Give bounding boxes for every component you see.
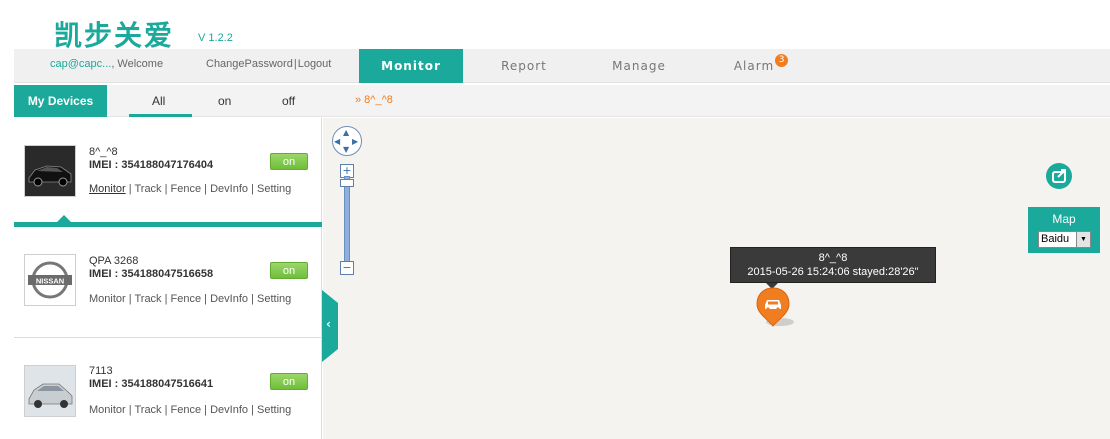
- filter-active-indicator: [129, 114, 192, 117]
- devinfo-link[interactable]: DevInfo: [210, 293, 248, 305]
- pan-down-icon[interactable]: ▼: [343, 145, 349, 154]
- monitor-link[interactable]: Monitor: [89, 404, 126, 416]
- filter-off[interactable]: off: [282, 94, 295, 108]
- setting-link[interactable]: Setting: [257, 293, 291, 305]
- device-actions: Monitor | Track | Fence | DevInfo | Sett…: [89, 293, 292, 305]
- breadcrumb: » 8^_^8: [355, 94, 393, 106]
- zoom-slider-handle[interactable]: [340, 179, 354, 187]
- top-nav-bar: cap@capc..., Welcome ChangePassword|Logo…: [14, 49, 1110, 83]
- black-car-icon: [24, 145, 76, 197]
- monitor-link[interactable]: Monitor: [89, 183, 126, 195]
- svg-text:NISSAN: NISSAN: [36, 277, 64, 286]
- tab-manage[interactable]: Manage: [594, 49, 684, 83]
- link-separator: |: [293, 58, 297, 70]
- map-pan-control[interactable]: ▲ ▼ ◀ ▶: [332, 126, 362, 156]
- silver-car-icon: [24, 365, 76, 417]
- change-password-link[interactable]: ChangePassword: [206, 58, 293, 70]
- device-name: 7113: [89, 365, 113, 377]
- fence-link[interactable]: Fence: [171, 293, 202, 305]
- track-link[interactable]: Track: [134, 183, 161, 195]
- device-name: QPA 3268: [89, 255, 139, 267]
- map-canvas[interactable]: [323, 118, 1110, 439]
- device-actions: Monitor | Track | Fence | DevInfo | Sett…: [89, 183, 292, 195]
- tooltip-vehicle-name: 8^_^8: [818, 252, 848, 264]
- device-item[interactable]: 7113 IMEI : 354188047516641 on Monitor |…: [14, 338, 322, 439]
- vehicle-location-marker-icon[interactable]: [756, 286, 794, 327]
- app-logo: 凯步关爱: [54, 19, 175, 52]
- tooltip-stay-info: 2015-05-26 15:24:06 stayed:28'26": [747, 266, 919, 278]
- alarm-count-badge: 3: [775, 54, 789, 67]
- app-version: V 1.2.2: [198, 32, 233, 44]
- filter-on[interactable]: on: [218, 94, 231, 108]
- status-on-button[interactable]: on: [270, 262, 308, 279]
- status-on-button[interactable]: on: [270, 373, 308, 390]
- user-greeting: cap@capc..., Welcome: [50, 58, 163, 70]
- nissan-logo-icon: NISSAN: [24, 254, 76, 306]
- my-devices-tab[interactable]: My Devices: [14, 85, 107, 117]
- device-name: 8^_^8: [89, 146, 118, 158]
- monitor-link[interactable]: Monitor: [89, 293, 126, 305]
- user-email[interactable]: cap@capc...: [50, 58, 111, 70]
- map-provider-value: Baidu: [1041, 233, 1070, 245]
- device-item[interactable]: NISSAN QPA 3268 IMEI : 354188047516658 o…: [14, 227, 322, 337]
- status-on-button[interactable]: on: [270, 153, 308, 170]
- vehicle-info-tooltip: 8^_^8 2015-05-26 15:24:06 stayed:28'26": [730, 247, 936, 283]
- app-page: 凯步关爱 V 1.2.2 cap@capc..., Welcome Change…: [0, 0, 1110, 439]
- devinfo-link[interactable]: DevInfo: [210, 404, 248, 416]
- zoom-out-button[interactable]: −: [340, 261, 354, 275]
- device-list: 8^_^8 IMEI : 354188047176404 on Monitor …: [14, 118, 322, 439]
- tab-alarm[interactable]: Alarm 3: [716, 49, 806, 83]
- filter-all[interactable]: All: [152, 94, 165, 108]
- chevron-down-icon[interactable]: ▼: [1076, 232, 1090, 247]
- device-item[interactable]: 8^_^8 IMEI : 354188047176404 on Monitor …: [14, 118, 322, 228]
- account-links: ChangePassword|Logout: [206, 58, 331, 70]
- pan-right-icon[interactable]: ▶: [352, 137, 358, 146]
- device-imei: IMEI : 354188047516641: [89, 378, 214, 390]
- fence-link[interactable]: Fence: [171, 183, 202, 195]
- map-type-label: Map: [1052, 212, 1076, 226]
- track-link[interactable]: Track: [134, 293, 161, 305]
- welcome-text: , Welcome: [111, 58, 164, 70]
- chevron-left-icon: ‹: [326, 317, 331, 331]
- tab-report[interactable]: Report: [479, 49, 569, 83]
- track-link[interactable]: Track: [134, 404, 161, 416]
- pan-left-icon[interactable]: ◀: [334, 137, 340, 146]
- logout-link[interactable]: Logout: [298, 58, 332, 70]
- devinfo-link[interactable]: DevInfo: [210, 183, 248, 195]
- device-filter-bar: [14, 85, 1110, 117]
- map-provider-select[interactable]: Baidu ▼: [1038, 231, 1091, 248]
- tab-monitor[interactable]: Monitor: [359, 49, 463, 83]
- zoom-slider-track[interactable]: [344, 176, 350, 264]
- pan-up-icon[interactable]: ▲: [343, 128, 349, 137]
- tab-alarm-label: Alarm: [733, 59, 775, 73]
- setting-link[interactable]: Setting: [257, 404, 291, 416]
- device-imei: IMEI : 354188047176404: [89, 159, 214, 171]
- setting-link[interactable]: Setting: [257, 183, 291, 195]
- fence-link[interactable]: Fence: [171, 404, 202, 416]
- share-icon[interactable]: [1046, 163, 1072, 189]
- device-actions: Monitor | Track | Fence | DevInfo | Sett…: [89, 404, 292, 416]
- selected-notch: [57, 215, 71, 222]
- device-imei: IMEI : 354188047516658: [89, 268, 214, 280]
